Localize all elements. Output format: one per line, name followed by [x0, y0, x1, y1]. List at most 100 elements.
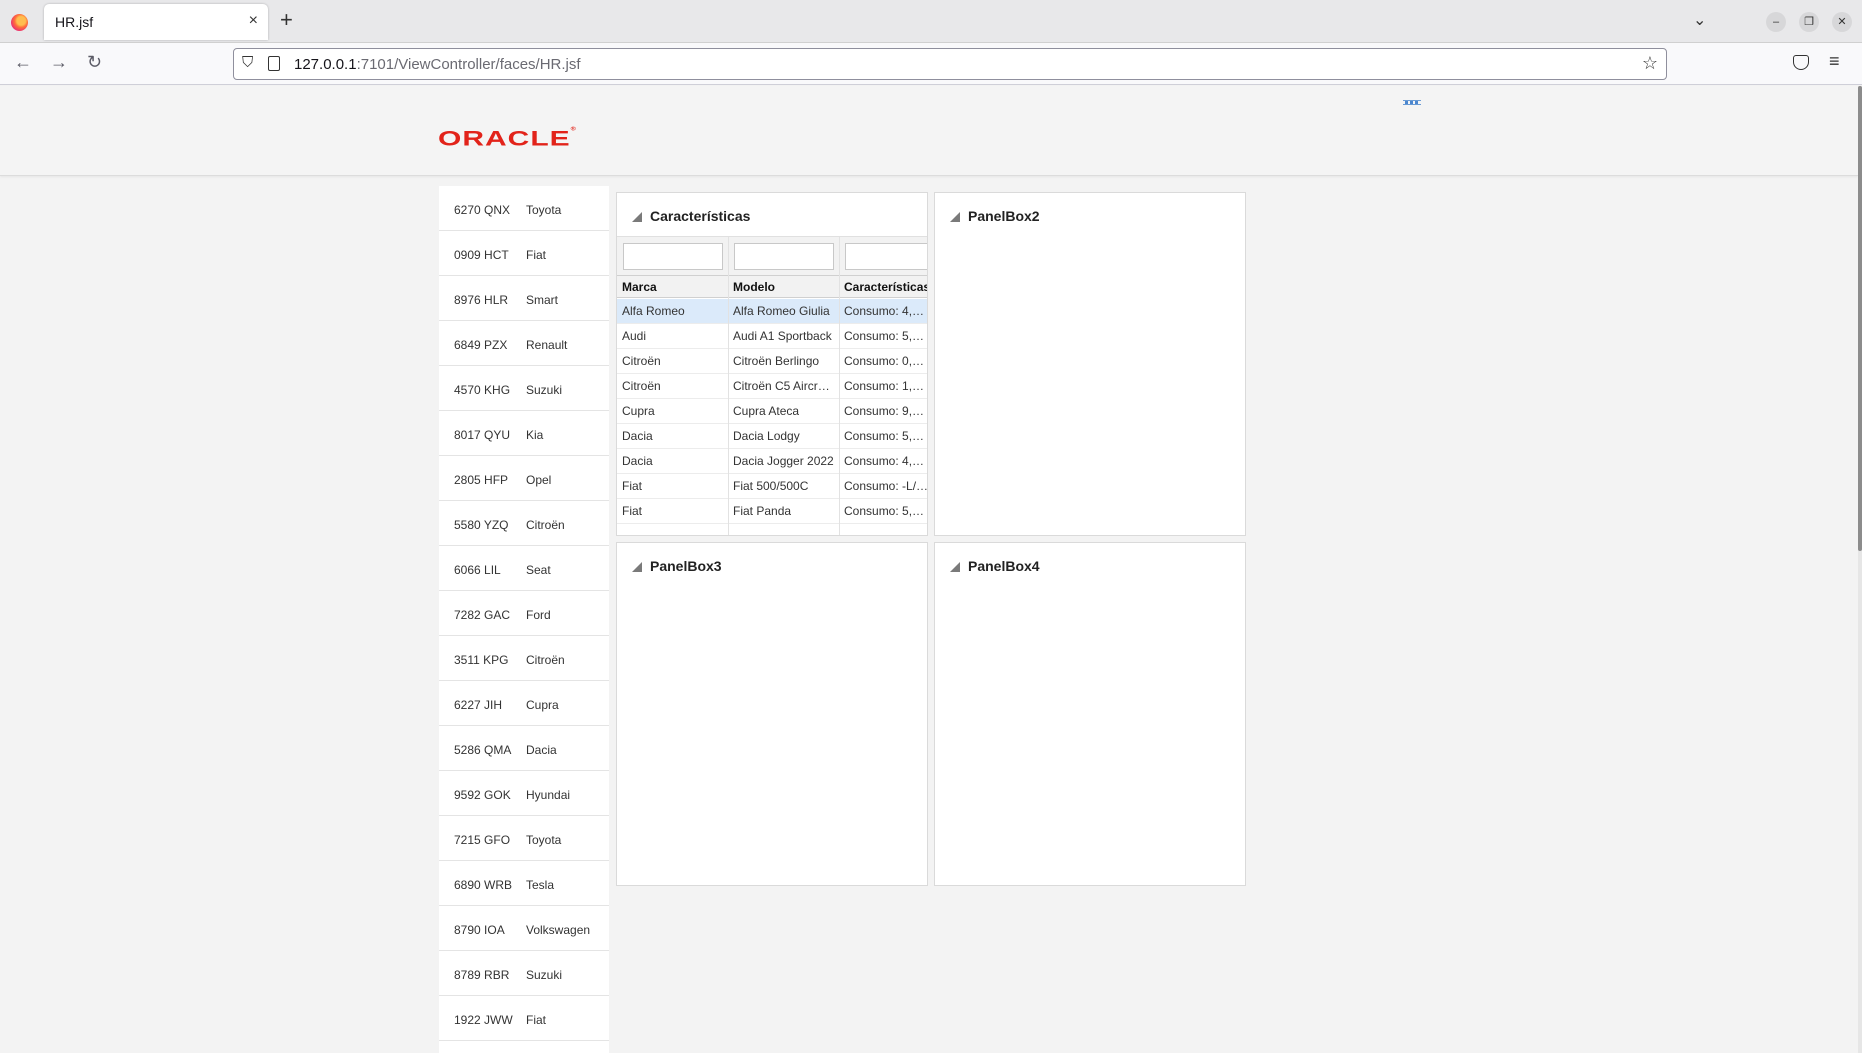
table-cell: Audi A1 Sportback	[733, 329, 832, 343]
list-item[interactable]: 6890 WRB Tesla	[439, 861, 609, 906]
panelbox-header[interactable]: PanelBox4	[950, 558, 1040, 574]
table-row[interactable]: Citroën Citroën C5 Aircross Consumo: 1,4-6	[617, 374, 927, 399]
back-arrow-icon[interactable]: ←	[14, 52, 32, 73]
car-plate: 8789 RBR	[454, 968, 510, 982]
list-item[interactable]: 6227 JIH Cupra	[439, 681, 609, 726]
table-cell: Consumo: 1,4-6	[844, 379, 927, 393]
disclosure-triangle-icon[interactable]	[950, 562, 960, 572]
list-item[interactable]: 9592 GOK Hyundai	[439, 771, 609, 816]
list-item[interactable]: 8789 RBR Suzuki	[439, 951, 609, 996]
list-tabs-chevron-icon[interactable]: ⌄	[1693, 10, 1706, 30]
list-item[interactable]: 5286 QMA Dacia	[439, 726, 609, 771]
data-table: Marca Modelo Características Alfa Romeo A…	[617, 236, 927, 535]
list-item[interactable]: 3511 KPG Citroën	[439, 636, 609, 681]
column-header-marca[interactable]: Marca	[622, 280, 657, 294]
panelbox-header[interactable]: PanelBox3	[632, 558, 722, 574]
car-plate: 8790 IOA	[454, 923, 505, 937]
list-item[interactable]: 7215 GFO Toyota	[439, 816, 609, 861]
table-row[interactable]: Dacia Dacia Jogger 2022 Consumo: 4,3-5	[617, 449, 927, 474]
column-separator	[839, 237, 840, 535]
table-cell: Cupra	[622, 404, 655, 418]
table-cell: Citroën C5 Aircross	[733, 379, 835, 393]
close-window-button[interactable]: ✕	[1832, 12, 1852, 32]
table-cell: Fiat Panda	[733, 504, 792, 518]
bookmark-star-icon[interactable]: ☆	[1642, 53, 1658, 74]
list-item[interactable]: 7282 GAC Ford	[439, 591, 609, 636]
table-row[interactable]: Citroën Citroën Berlingo Consumo: 0,0-5	[617, 349, 927, 374]
reload-icon[interactable]: ↻	[87, 52, 102, 73]
new-tab-button[interactable]: +	[280, 9, 293, 31]
car-brand: Dacia	[526, 743, 557, 757]
car-brand: Toyota	[526, 203, 562, 217]
table-row[interactable]: Fiat Fiat Panda Consumo: 5,2-6	[617, 499, 927, 524]
page-scrollbar-thumb[interactable]	[1858, 86, 1862, 551]
list-item[interactable]: 2805 HFP Opel	[439, 456, 609, 501]
car-brand: Toyota	[526, 833, 562, 847]
browser-nav-bar: ← → ↻ ⛉ 127.0.0.1:7101/ViewController/fa…	[0, 43, 1862, 85]
table-row[interactable]: Fiat Fiat 500/500C Consumo: -L/10	[617, 474, 927, 499]
url-bar[interactable]: ⛉ 127.0.0.1:7101/ViewController/faces/HR…	[233, 48, 1667, 80]
table-cell: Citroën	[622, 379, 661, 393]
list-item[interactable]: 0909 HCT Fiat	[439, 231, 609, 276]
page-content: ORACLE® 6270 QNX Toyota 0909 HCT Fiat 8976 H…	[0, 86, 1862, 1053]
list-item[interactable]: 1922 JWW Fiat	[439, 996, 609, 1041]
page-header: ORACLE®	[0, 86, 1858, 176]
column-header-modelo[interactable]: Modelo	[733, 280, 775, 294]
table-row[interactable]: Alfa Romeo Alfa Romeo Giulia Consumo: 4,6-…	[617, 299, 927, 324]
table-cell: Fiat	[622, 504, 643, 518]
forward-arrow-icon[interactable]: →	[50, 52, 68, 73]
car-brand: Ford	[526, 608, 551, 622]
list-item[interactable]: 6270 QNX Toyota	[439, 186, 609, 231]
car-list: 6270 QNX Toyota 0909 HCT Fiat 8976 HLR Smart 6…	[439, 186, 609, 1053]
hamburger-menu-icon[interactable]: ≡	[1829, 51, 1840, 72]
disclosure-triangle-icon[interactable]	[950, 212, 960, 222]
table-cell: Consumo: 4,6-7	[844, 304, 927, 318]
panelbox-caracteristicas: Características Marca Modelo Característ…	[616, 192, 928, 536]
panelbox-header[interactable]: PanelBox2	[950, 208, 1040, 224]
list-item[interactable]: 6066 LIL Seat	[439, 546, 609, 591]
table-row[interactable]: Dacia Dacia Lodgy Consumo: 5,1-7	[617, 424, 927, 449]
filter-input-caracteristicas[interactable]	[845, 243, 927, 270]
browser-tab[interactable]: HR.jsf ×	[44, 4, 268, 40]
splitter-handle-icon[interactable]	[1403, 100, 1421, 105]
list-item[interactable]: 8017 QYU Kia	[439, 411, 609, 456]
car-plate: 2805 HFP	[454, 473, 509, 487]
pocket-icon[interactable]	[1793, 55, 1809, 70]
column-header-caracteristicas[interactable]: Características	[844, 280, 927, 294]
panelbox-header[interactable]: Características	[632, 208, 750, 224]
page-info-icon[interactable]	[268, 56, 280, 71]
list-item[interactable]: 8790 IOA Volkswagen	[439, 906, 609, 951]
list-item[interactable]: 8976 HLR Smart	[439, 276, 609, 321]
url-text[interactable]: 127.0.0.1:7101/ViewController/faces/HR.j…	[294, 56, 581, 73]
firefox-icon	[11, 14, 28, 31]
list-item[interactable]: 5580 YZQ Citroën	[439, 501, 609, 546]
car-plate: 6849 PZX	[454, 338, 508, 352]
restore-button[interactable]: ❐	[1799, 12, 1819, 32]
table-cell: Consumo: -L/10	[844, 479, 927, 493]
table-header-row: Marca Modelo Características	[617, 275, 927, 298]
panelbox-title: PanelBox2	[968, 208, 1040, 224]
tracking-shield-icon[interactable]: ⛉	[242, 54, 253, 71]
car-brand: Suzuki	[526, 968, 563, 982]
car-plate: 9592 GOK	[454, 788, 511, 802]
table-cell: Consumo: 5,2-6	[844, 504, 927, 518]
table-row[interactable]: Audi Audi A1 Sportback Consumo: 5,6-6	[617, 324, 927, 349]
car-brand: Seat	[526, 563, 551, 577]
filter-input-modelo[interactable]	[734, 243, 834, 270]
table-cell: Consumo: 5,1-7	[844, 429, 927, 443]
car-brand: Smart	[526, 293, 559, 307]
car-plate: 1922 JWW	[454, 1013, 513, 1027]
disclosure-triangle-icon[interactable]	[632, 212, 642, 222]
list-item[interactable]: 4570 KHG Suzuki	[439, 366, 609, 411]
minimize-button[interactable]: –	[1766, 12, 1786, 32]
table-row[interactable]: Cupra Cupra Ateca Consumo: 9,0-9	[617, 399, 927, 424]
car-brand: Citroën	[526, 518, 565, 532]
disclosure-triangle-icon[interactable]	[632, 562, 642, 572]
filter-input-marca[interactable]	[623, 243, 723, 270]
car-brand: Suzuki	[526, 383, 563, 397]
tab-title: HR.jsf	[55, 14, 94, 30]
tab-close-icon[interactable]: ×	[249, 12, 258, 30]
list-item[interactable]: 6849 PZX Renault	[439, 321, 609, 366]
browser-tab-bar: HR.jsf × + ⌄ – ❐ ✕	[0, 0, 1862, 43]
car-plate: 6066 LIL	[454, 563, 501, 577]
